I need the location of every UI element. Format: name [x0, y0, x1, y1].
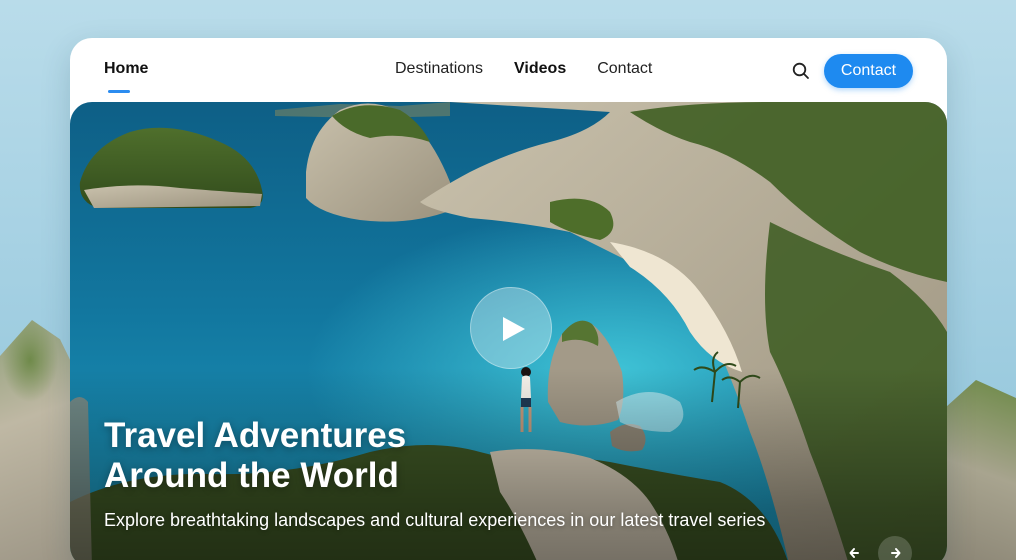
hero-title-line-2: Around the World: [104, 456, 399, 495]
hero-card: Home Destinations Videos Contact Contact: [70, 38, 947, 560]
background-cliff-right: [936, 380, 1016, 560]
hero-subtitle: Explore breathtaking landscapes and cult…: [104, 510, 766, 530]
nav-link-destinations[interactable]: Destinations: [395, 60, 483, 78]
play-icon: [503, 317, 525, 341]
background-cliff-left: [0, 320, 80, 560]
nav-link-videos[interactable]: Videos: [514, 60, 566, 78]
nav-links: Destinations Videos Contact: [395, 60, 652, 78]
active-indicator: [108, 90, 130, 93]
nav-home-link[interactable]: Home: [104, 60, 148, 78]
top-navigation: Home Destinations Videos Contact Contact: [70, 38, 947, 102]
play-button[interactable]: [470, 287, 552, 369]
nav-link-contact[interactable]: Contact: [597, 60, 652, 78]
arrow-right-icon: [891, 548, 901, 558]
hero-video: Travel Adventures Around the World Explo…: [70, 102, 947, 560]
hero-title-line-1: Travel Adventures: [104, 416, 407, 455]
search-icon[interactable]: [790, 60, 812, 82]
hero-title: Travel Adventures Around the World: [104, 416, 406, 496]
arrow-left-icon: [849, 548, 859, 558]
contact-button[interactable]: Contact: [824, 54, 913, 88]
